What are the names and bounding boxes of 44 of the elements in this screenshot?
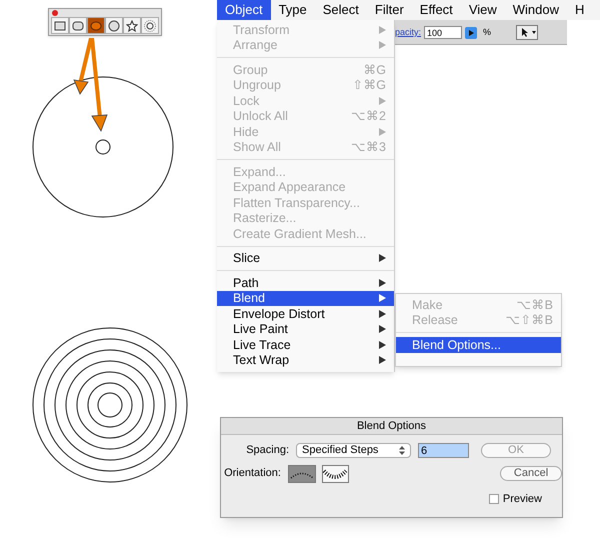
orientation-button[interactable] (322, 464, 350, 482)
tool-button[interactable] (123, 17, 141, 34)
menu-item[interactable]: Live Trace (217, 337, 394, 352)
tool-button[interactable] (141, 17, 159, 34)
preview-checkbox[interactable] (488, 494, 499, 504)
cancel-button[interactable]: Cancel (500, 466, 562, 481)
rectangle-icon (54, 20, 66, 32)
star-icon (126, 20, 138, 32)
stepper-arrows-icon (399, 446, 405, 455)
align-to-path-icon (323, 468, 348, 480)
opacity-label: pacity: (395, 26, 422, 39)
menu-title[interactable]: View (460, 0, 505, 20)
menu-item[interactable]: Live Paint (217, 322, 394, 337)
opacity-field[interactable]: 100 (424, 26, 462, 39)
menu-item[interactable]: Path (217, 275, 394, 290)
orientation-button[interactable] (288, 464, 316, 482)
polygon-icon (108, 20, 120, 32)
orientation-label: Orientation: (223, 466, 281, 482)
menu-title[interactable]: Filter (366, 0, 412, 20)
tool-button[interactable] (87, 17, 105, 34)
menu-title[interactable]: H (567, 0, 592, 20)
menu-title[interactable]: Object (217, 0, 271, 20)
ellipse-icon (90, 20, 102, 32)
spacing-dropdown[interactable]: Specified Steps (296, 442, 411, 458)
menu-item[interactable]: Blend Options... (396, 337, 561, 352)
flare-icon (144, 20, 156, 32)
menu-title[interactable]: Effect (412, 0, 461, 20)
tool-button[interactable] (69, 17, 87, 34)
dialog-title: Blend Options (221, 418, 562, 435)
steps-field[interactable]: 6 (418, 442, 469, 458)
tool-button[interactable] (105, 17, 123, 34)
spacing-label: Spacing: (245, 443, 289, 458)
menu-item[interactable]: Slice (217, 250, 394, 266)
menu-item[interactable]: Text Wrap (217, 352, 394, 368)
percent-sign: % (483, 26, 492, 39)
menu-title[interactable]: Type (270, 0, 315, 20)
close-icon[interactable] (52, 10, 58, 16)
menu-title[interactable]: Window (504, 0, 568, 20)
menu-item[interactable]: Blend (217, 290, 394, 306)
menu-title[interactable]: Select (314, 0, 367, 20)
tool-button[interactable] (51, 17, 69, 34)
rounded-rectangle-icon (72, 20, 84, 32)
preview-label: Preview (502, 492, 542, 506)
menu-item[interactable]: Envelope Distort (217, 306, 394, 322)
